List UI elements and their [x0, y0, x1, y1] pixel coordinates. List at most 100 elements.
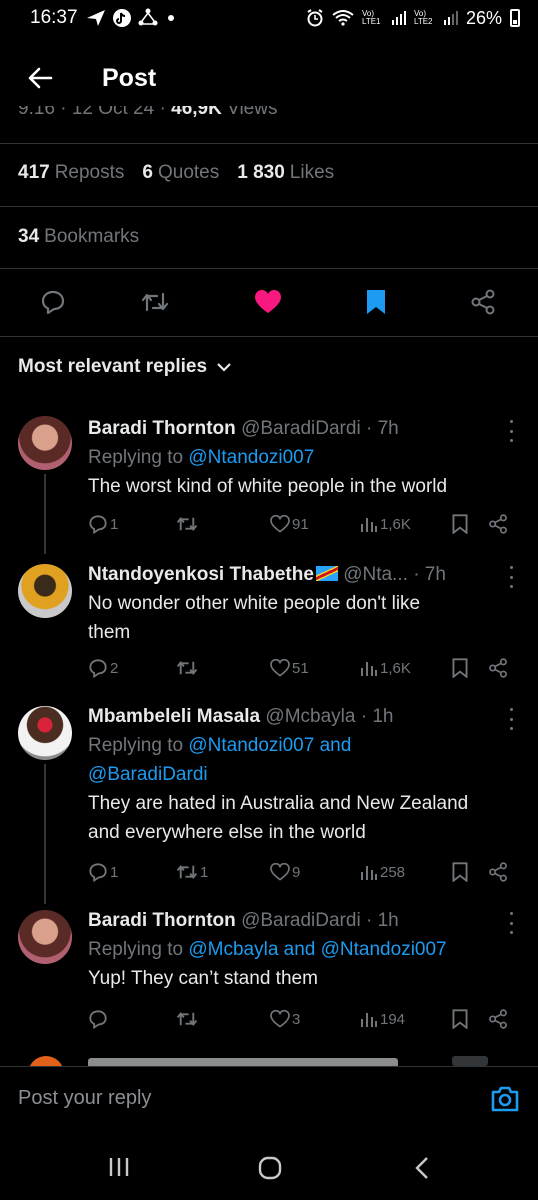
- thread-line: [44, 764, 46, 904]
- thread-line: [44, 474, 46, 554]
- bookmark-icon: [452, 1009, 468, 1029]
- repost-count-button[interactable]: [176, 510, 200, 538]
- reply-actions: 1 1 9 258: [88, 858, 518, 886]
- reply-actions: 1 91 1,6K: [88, 510, 518, 538]
- bookmark-button[interactable]: [452, 654, 468, 682]
- views-count-button[interactable]: 1,6K: [360, 654, 411, 682]
- views-chart-icon: [361, 866, 377, 880]
- heart-icon: [270, 515, 290, 533]
- system-back-button[interactable]: [414, 1156, 430, 1185]
- lte2-label: Vo) LTE2: [413, 9, 433, 26]
- heart-icon: [270, 1010, 290, 1028]
- repost-icon: [176, 660, 198, 676]
- system-nav-bar: [0, 1132, 538, 1200]
- reposts-stat[interactable]: 417 Reposts: [18, 162, 124, 184]
- avatar[interactable]: [18, 706, 72, 760]
- mention-link[interactable]: @Ntandozi007 and: [188, 735, 351, 756]
- views-count-button[interactable]: 258: [360, 858, 405, 886]
- bookmarks-stat[interactable]: 34 Bookmarks: [18, 226, 139, 248]
- more-options-button[interactable]: [506, 420, 516, 442]
- like-count-button[interactable]: 91: [270, 510, 309, 538]
- repost-count-button[interactable]: 1: [176, 858, 208, 886]
- battery-percent: 26%: [465, 7, 502, 28]
- share-button[interactable]: [488, 1005, 508, 1033]
- like-count-button[interactable]: 3: [270, 1005, 300, 1033]
- reply-count-button[interactable]: [88, 1005, 110, 1033]
- views-count-button[interactable]: 194: [360, 1005, 405, 1033]
- avatar[interactable]: [18, 416, 72, 470]
- avatar[interactable]: [18, 564, 72, 618]
- like-count-button[interactable]: 9: [270, 858, 300, 886]
- reply-actions: 2 51 1,6K: [88, 654, 518, 682]
- bookmark-filled-icon: [367, 290, 385, 314]
- author-handle: @Nta...: [343, 564, 408, 585]
- wifi-icon: [332, 10, 354, 26]
- share-icon: [489, 862, 507, 882]
- battery-icon: [510, 9, 520, 27]
- page-title: Post: [102, 63, 157, 92]
- camera-icon: [491, 1086, 519, 1112]
- like-count-button[interactable]: 51: [270, 654, 309, 682]
- divider: [0, 143, 538, 144]
- repost-icon: [141, 292, 169, 312]
- author-name[interactable]: Mbambeleli Masala: [88, 706, 260, 727]
- repost-icon: [176, 864, 198, 880]
- replying-to: Replying to @Mcbayla and @Ntandozi007: [88, 939, 447, 960]
- bookmark-button[interactable]: [452, 510, 468, 538]
- bookmark-button[interactable]: [452, 858, 468, 886]
- home-button[interactable]: [258, 1156, 282, 1185]
- mention-link[interactable]: @Ntandozi007: [188, 447, 314, 468]
- post-time: · 7h: [365, 418, 399, 439]
- share-button[interactable]: [488, 654, 508, 682]
- share-button[interactable]: [488, 858, 508, 886]
- reply-button[interactable]: [35, 284, 71, 320]
- recent-apps-button[interactable]: [108, 1156, 130, 1183]
- reply-count-button[interactable]: 1: [88, 858, 118, 886]
- share-button[interactable]: [488, 510, 508, 538]
- views-chart-icon: [361, 662, 377, 676]
- reply-text: Yup! They can’t stand them: [88, 968, 318, 989]
- lte1-label: Vo) LTE1: [361, 9, 381, 26]
- likes-stat[interactable]: 1 830 Likes: [237, 162, 334, 184]
- comment-icon: [41, 290, 65, 315]
- reply-input[interactable]: Post your reply: [18, 1087, 151, 1110]
- more-options-button[interactable]: [506, 708, 516, 730]
- views-count-button[interactable]: 1,6K: [360, 510, 411, 538]
- camera-button[interactable]: [490, 1085, 520, 1118]
- post-time: · 7h: [413, 564, 446, 585]
- status-bar: 16:37 Vo) LTE1 Vo) LTE2 26%: [0, 0, 538, 36]
- avatar[interactable]: [18, 910, 72, 964]
- like-button[interactable]: [250, 284, 286, 320]
- sync-icon: [138, 8, 158, 26]
- reply-text: The worst kind of white people in the wo…: [88, 476, 448, 497]
- author-name[interactable]: Baradi Thornton: [88, 910, 236, 931]
- views-chart-icon: [361, 518, 377, 532]
- author-name[interactable]: Baradi Thornton: [88, 418, 236, 439]
- more-options-button[interactable]: [506, 566, 516, 588]
- reply-count-button[interactable]: 1: [88, 510, 118, 538]
- back-button[interactable]: [20, 58, 60, 98]
- comment-icon: [89, 515, 107, 534]
- repost-count-button[interactable]: [176, 1005, 200, 1033]
- reply-count-button[interactable]: 2: [88, 654, 118, 682]
- home-icon: [258, 1156, 282, 1180]
- replies-sort-dropdown[interactable]: Most relevant replies: [18, 356, 231, 378]
- bookmark-button[interactable]: [452, 1005, 468, 1033]
- repost-icon: [176, 1011, 198, 1027]
- repost-button[interactable]: [137, 284, 173, 320]
- reply-text: them: [88, 622, 131, 643]
- chevron-left-icon: [415, 1157, 428, 1179]
- mention-link[interactable]: @Mcbayla and @Ntandozi007: [188, 939, 446, 960]
- repost-icon: [176, 516, 198, 532]
- author-name[interactable]: Ntandoyenkosi Thabethe: [88, 564, 314, 585]
- more-options-button[interactable]: [506, 912, 516, 934]
- repost-count-button[interactable]: [176, 654, 200, 682]
- bookmark-button[interactable]: [358, 284, 394, 320]
- chevron-down-icon: [217, 363, 231, 372]
- author-handle: @BaradiDardi: [241, 910, 361, 931]
- quotes-stat[interactable]: 6 Quotes: [142, 162, 219, 184]
- drc-flag-icon: [315, 566, 338, 581]
- mention-link[interactable]: @BaradiDardi: [88, 760, 508, 789]
- share-button[interactable]: [465, 284, 501, 320]
- tiktok-icon: [112, 9, 131, 27]
